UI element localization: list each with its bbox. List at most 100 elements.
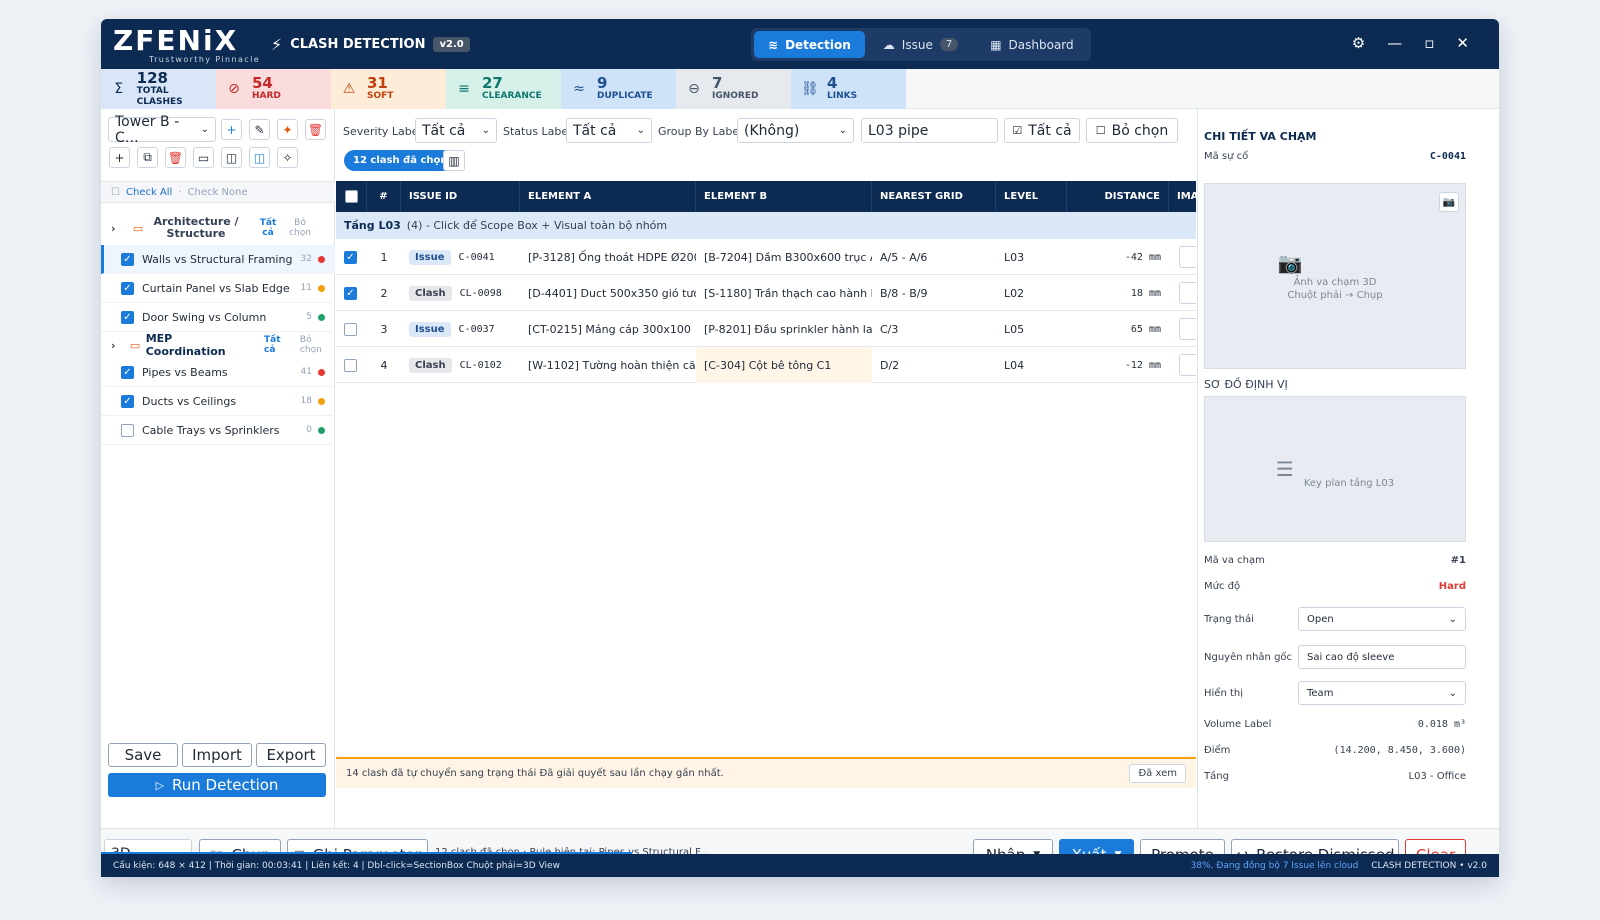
column-header[interactable]: DISTANCE (1067, 181, 1169, 212)
selected-count-pill[interactable]: 12 clash đã chọn (344, 150, 457, 171)
brand-logo: ZFENiX Trustworthy Pinnacle (113, 27, 263, 65)
rule-checkbox[interactable] (121, 423, 134, 437)
import-button[interactable]: Import (182, 743, 252, 767)
stat-duplicate[interactable]: ≈ 9 DUPLICATE (561, 69, 676, 109)
play-icon: ▷ (155, 778, 165, 792)
notice-dismiss-button[interactable]: Đã xem (1129, 764, 1186, 783)
stat-links[interactable]: ⛓ 4 LINKS (791, 69, 906, 109)
column-header[interactable]: ELEMENT B (696, 181, 872, 212)
capture-icon[interactable]: 📷 (1439, 192, 1459, 212)
table-row[interactable]: ✓ 1 Issue C-0041 [P-3128] Ống thoát HDPE … (336, 239, 1196, 275)
rule-checkbox[interactable]: ✓ (121, 365, 134, 379)
group-deselect-link[interactable]: Bỏ chọn (287, 218, 313, 238)
camera-icon: 📷 (1277, 251, 1303, 275)
table-row[interactable]: 4 Clash CL-0102 [W-1102] Tường hoàn thiện… (336, 347, 1196, 383)
tab-issue[interactable]: ☁ Issue 7 (869, 31, 972, 58)
group-mep[interactable]: › ▭ MEP Coordination Tất cả Bỏ chọn (101, 332, 335, 358)
rule-row[interactable]: ✓ Pipes vs Beams 41 (101, 358, 335, 387)
stat-total-value: 128 (136, 68, 168, 87)
element-b-cell: [P-8201] Đầu sprinkler hành lang (704, 322, 872, 336)
rule-checkbox[interactable]: ✓ (121, 252, 134, 266)
column-header[interactable]: # (367, 181, 401, 212)
status-filter-select[interactable]: Tất cả ⌄ (566, 118, 652, 143)
table-row[interactable]: 3 Issue C-0037 [CT-0215] Máng cáp 300x100… (336, 311, 1196, 347)
close-icon[interactable]: ✕ (1456, 34, 1469, 52)
column-settings-icon[interactable]: ▥ (443, 150, 465, 171)
check-none-link[interactable]: Check None (188, 187, 248, 198)
rule-row[interactable]: ✓ Ducts vs Ceilings 18 (101, 387, 335, 416)
group-by-select[interactable]: (Không) ⌄ (737, 118, 854, 143)
row-checkbox[interactable] (344, 347, 357, 383)
split-icon[interactable]: ◫ (221, 147, 242, 168)
column-header[interactable]: NEAREST GRID (872, 181, 996, 212)
column-header[interactable]: ELEMENT A (520, 181, 696, 212)
copy-icon[interactable]: ⧉ (137, 147, 158, 168)
column-header[interactable]: IMA (1169, 181, 1196, 212)
save-button[interactable]: Save (108, 743, 178, 767)
group-architecture[interactable]: › ▭ Architecture / Structure Tất cả Bỏ c… (101, 211, 335, 245)
visibility-select[interactable]: Team ⌄ (1298, 681, 1466, 705)
add-rule-icon[interactable]: + (221, 119, 242, 140)
model-select[interactable]: Tower B - C… ⌄ (108, 114, 216, 146)
rule-checkbox[interactable]: ✓ (121, 281, 134, 295)
clash-snapshot-placeholder[interactable]: 📷 Ảnh va chạm 3D Chuột phải → Chụp 📷 (1204, 183, 1466, 369)
stat-total[interactable]: Σ 128 TOTAL CLASHES (101, 69, 216, 109)
minimize-icon[interactable]: — (1387, 34, 1402, 52)
search-input[interactable]: L03 pipe (861, 118, 998, 143)
rule-checkbox[interactable]: ✓ (121, 394, 134, 408)
rule-row[interactable]: ✓ Curtain Panel vs Slab Edge 11 (101, 274, 335, 303)
status-select[interactable]: Open ⌄ (1298, 607, 1466, 631)
severity-dot (318, 368, 325, 376)
thumbnail-cell[interactable] (1179, 347, 1196, 383)
table-row[interactable]: ✓ 2 Clash CL-0098 [D-4401] Duct 500x350 g… (336, 275, 1196, 311)
severity-filter-select[interactable]: Tất cả ⌄ (415, 118, 497, 143)
check-all-link[interactable]: Check All (126, 187, 172, 198)
add-icon[interactable]: + (109, 147, 130, 168)
column-header[interactable]: LEVEL (996, 181, 1067, 212)
table-group-row[interactable]: Tầng L03 (4) - Click để Scope Box + Visu… (336, 212, 1196, 239)
stat-ignored[interactable]: ⊖ 7 IGNORED (676, 69, 791, 109)
edit-icon[interactable]: ✎ (249, 119, 270, 140)
severity-filter-label: Severity Label (343, 125, 422, 138)
stat-hard[interactable]: ⊘ 54 HARD (216, 69, 331, 109)
clearance-icon: ≡ (458, 81, 470, 97)
app-window: ZFENiX Trustworthy Pinnacle ⚡ CLASH DETE… (101, 19, 1499, 877)
rule-checkbox[interactable]: ✓ (121, 310, 134, 324)
tab-dashboard[interactable]: ▦ Dashboard (976, 31, 1087, 58)
magic-icon[interactable]: ✦ (277, 119, 298, 140)
column-header[interactable]: ISSUE ID (401, 181, 520, 212)
row-checkbox[interactable]: ✓ (344, 275, 357, 311)
export-button[interactable]: Export (256, 743, 326, 767)
key-plan-title: SƠ ĐỒ ĐỊNH VỊ (1204, 378, 1288, 391)
clash-table-panel: Severity Label Tất cả ⌄ Status Label Tất… (336, 109, 1196, 828)
group-select-all-link[interactable]: Tất cả (264, 335, 294, 355)
select-all-button[interactable]: ☑ Tất cả (1004, 118, 1080, 143)
row-checkbox[interactable]: ✓ (344, 239, 357, 275)
rule-row[interactable]: Cable Trays vs Sprinklers 0 (101, 416, 335, 445)
root-cause-input[interactable]: Sai cao độ sleeve (1298, 645, 1466, 669)
rule-row[interactable]: ✓ Door Swing vs Column 5 (101, 303, 335, 332)
delete-icon[interactable]: 🗑 (305, 119, 326, 140)
key-plan-placeholder[interactable]: ☰ Key plan tầng L03 (1204, 396, 1466, 542)
deselect-button[interactable]: ☐ Bỏ chọn (1086, 118, 1178, 143)
row-checkbox[interactable] (344, 311, 357, 347)
thumbnail-cell[interactable] (1179, 275, 1196, 311)
rule-row[interactable]: ✓ Walls vs Structural Framing 32 (101, 245, 335, 274)
columns-icon[interactable]: ◫ (249, 147, 270, 168)
maximize-icon[interactable]: ▫ (1424, 34, 1434, 52)
group-select-all-link[interactable]: Tất cả (255, 218, 281, 238)
folder-icon[interactable]: ▭ (193, 147, 214, 168)
sparkle-icon[interactable]: ✧ (277, 147, 298, 168)
stat-clearance[interactable]: ≡ 27 CLEARANCE (446, 69, 561, 109)
run-detection-button[interactable]: ▷ Run Detection (108, 773, 326, 797)
rule-count: 0 (306, 425, 312, 435)
tab-detection[interactable]: ≋ Detection (754, 31, 865, 58)
group-deselect-link[interactable]: Bỏ chọn (300, 335, 335, 355)
stat-soft[interactable]: ⚠ 31 SOFT (331, 69, 446, 109)
trash-icon[interactable]: 🗑 (165, 147, 186, 168)
header-select-all-checkbox[interactable] (336, 181, 367, 212)
thumbnail-cell[interactable] (1179, 311, 1196, 347)
settings-gear-icon[interactable]: ⚙ (1352, 34, 1365, 52)
issue-id-cell: Clash CL-0102 (401, 347, 520, 383)
thumbnail-cell[interactable] (1179, 239, 1196, 275)
